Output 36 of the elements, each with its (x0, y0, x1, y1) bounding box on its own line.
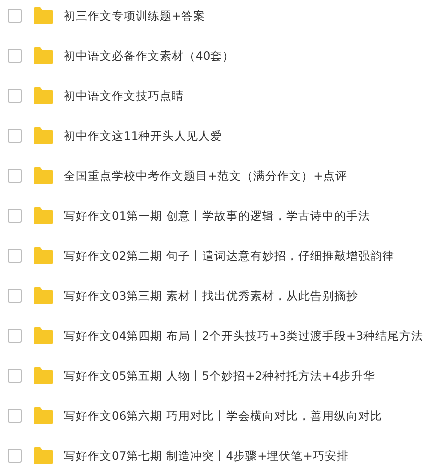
folder-icon (33, 367, 54, 385)
checkbox[interactable] (8, 329, 22, 343)
checkbox[interactable] (8, 49, 22, 63)
folder-icon (33, 287, 54, 305)
folder-icon (33, 207, 54, 225)
folder-name[interactable]: 初中语文必备作文素材（40套） (64, 48, 235, 64)
folder-name[interactable]: 写好作文02第二期 句子丨遣词达意有妙招，仔细推敲增强韵律 (64, 248, 394, 264)
folder-name[interactable]: 写好作文03第三期 素材丨找出优秀素材，从此告别摘抄 (64, 288, 358, 304)
folder-name[interactable]: 写好作文04第四期 布局丨2个开头技巧+3类过渡手段+3种结尾方法 (64, 328, 424, 344)
checkbox[interactable] (8, 9, 22, 23)
checkbox[interactable] (8, 169, 22, 183)
folder-name[interactable]: 初三作文专项训练题+答案 (64, 8, 206, 24)
folder-icon (33, 247, 54, 265)
folder-icon (33, 127, 54, 145)
checkbox[interactable] (8, 369, 22, 383)
checkbox[interactable] (8, 289, 22, 303)
folder-name[interactable]: 写好作文07第七期 制造冲突丨4步骤+埋伏笔+巧安排 (64, 448, 349, 464)
checkbox[interactable] (8, 129, 22, 143)
checkbox[interactable] (8, 89, 22, 103)
folder-name[interactable]: 全国重点学校中考作文题目+范文（满分作文）+点评 (64, 168, 348, 184)
checkbox[interactable] (8, 449, 22, 463)
folder-icon (33, 47, 54, 65)
folder-name[interactable]: 初中作文这11种开头人见人爱 (64, 128, 223, 144)
folder-icon (33, 87, 54, 105)
folder-icon (33, 7, 54, 25)
folder-icon (33, 447, 54, 465)
folder-name[interactable]: 写好作文05第五期 人物丨5个妙招+2种衬托方法+4步升华 (64, 368, 376, 384)
checkbox[interactable] (8, 409, 22, 423)
folder-name[interactable]: 初中语文作文技巧点睛 (64, 88, 184, 104)
folder-name[interactable]: 写好作文01第一期 创意丨学故事的逻辑，学古诗中的手法 (64, 208, 370, 224)
checkbox[interactable] (8, 209, 22, 223)
folder-icon (33, 167, 54, 185)
folder-icon (33, 407, 54, 425)
checkbox[interactable] (8, 249, 22, 263)
folder-icon (33, 327, 54, 345)
folder-name[interactable]: 写好作文06第六期 巧用对比丨学会横向对比，善用纵向对比 (64, 408, 382, 424)
